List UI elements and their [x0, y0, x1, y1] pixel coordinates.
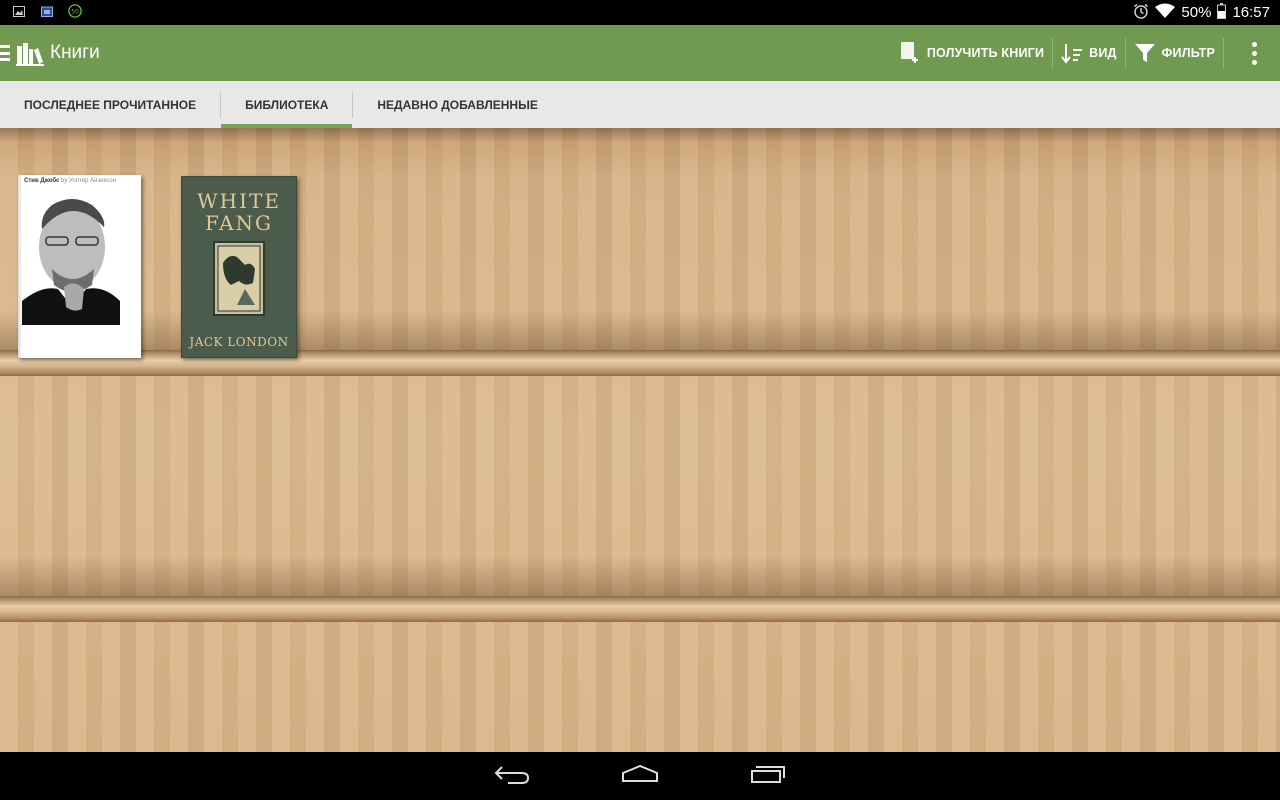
home-navigation[interactable]: Книги [0, 25, 100, 81]
home-icon [621, 764, 659, 789]
filter-label: ФИЛЬТР [1161, 46, 1215, 60]
overflow-menu-icon[interactable] [1234, 25, 1274, 81]
filter-button[interactable]: ФИЛЬТР [1126, 25, 1223, 81]
bookshelf: Стив Джобс by Уолтер Айзексон WHITE FANG… [0, 128, 1280, 752]
speed-badge-text: 50 [71, 9, 79, 16]
battery-icon [1217, 2, 1227, 23]
speed-badge-icon: 50 [68, 4, 82, 18]
action-bar: Книги ПОЛУЧИТЬ КНИГИ ВИД ФИЛЬТР [0, 25, 1280, 81]
shelf-shadow [0, 556, 1280, 596]
get-books-button[interactable]: ПОЛУЧИТЬ КНИГИ [891, 25, 1052, 81]
recent-apps-icon [750, 764, 786, 789]
image-icon [12, 4, 26, 18]
divider [1223, 38, 1224, 68]
calendar-icon [40, 4, 54, 18]
recent-apps-button[interactable] [748, 762, 788, 790]
cover-illustration [213, 241, 265, 316]
app-title: Книги [50, 42, 100, 63]
get-books-label: ПОЛУЧИТЬ КНИГИ [926, 46, 1045, 60]
tab-label: БИБЛИОТЕКА [245, 97, 329, 112]
sort-icon [1061, 41, 1083, 65]
tab-recently-read[interactable]: ПОСЛЕДНЕЕ ПРОЧИТАННОЕ [0, 81, 220, 128]
add-book-icon [899, 41, 921, 65]
menu-icon[interactable] [0, 45, 10, 61]
home-button[interactable] [620, 762, 660, 790]
book-author: by Уолтер Айзексон [61, 178, 116, 184]
tab-label: ПОСЛЕДНЕЕ ПРОЧИТАННОЕ [24, 97, 197, 112]
shelf-shadow [0, 128, 1280, 142]
book-cover-steve-jobs[interactable]: Стив Джобс by Уолтер Айзексон [18, 175, 141, 358]
book-cover-white-fang[interactable]: WHITE FANG JACK LONDON [181, 176, 297, 358]
filter-icon [1134, 41, 1156, 65]
tab-recently-added[interactable]: НЕДАВНО ДОБАВЛЕННЫЕ [353, 81, 561, 128]
book-title-line1: WHITE [197, 189, 281, 213]
book-title-line2: FANG [204, 211, 274, 235]
books-app-icon [16, 40, 44, 66]
status-bar: 50 50% 16:57 [0, 0, 1280, 25]
shelf-plank [0, 596, 1280, 622]
alarm-icon [1133, 3, 1149, 23]
wifi-icon [1155, 3, 1176, 23]
tab-label: НЕДАВНО ДОБАВЛЕННЫЕ [377, 97, 538, 112]
view-label: ВИД [1089, 46, 1117, 60]
book-title: Стив Джобс [24, 178, 60, 184]
book-author: JACK LONDON [189, 335, 289, 349]
portrait-image [22, 189, 120, 325]
system-nav-bar [0, 752, 1280, 800]
tab-library[interactable]: БИБЛИОТЕКА [221, 81, 353, 128]
view-button[interactable]: ВИД [1053, 25, 1125, 81]
tab-bar: ПОСЛЕДНЕЕ ПРОЧИТАННОЕ БИБЛИОТЕКА НЕДАВНО… [0, 81, 1280, 128]
back-icon [494, 763, 530, 790]
book-cover-header: Стив Джобс by Уолтер Айзексон [24, 178, 116, 184]
battery-level: 50% [1181, 4, 1212, 21]
back-button[interactable] [492, 762, 532, 790]
clock: 16:57 [1232, 4, 1270, 21]
